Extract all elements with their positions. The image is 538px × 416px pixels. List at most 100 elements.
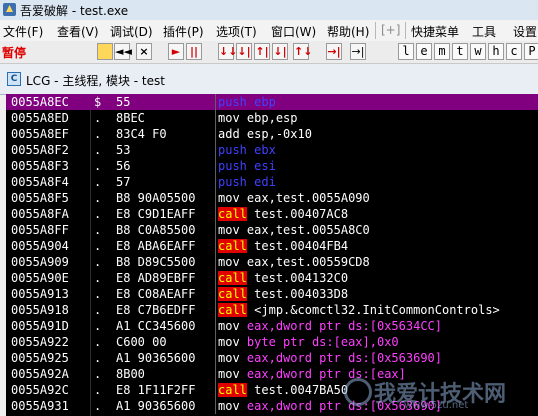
instruction-operands: eax,test.0055A8C0	[246, 223, 370, 237]
disasm-row[interactable]: 0055A909. B8 D89C5500 mov eax,test.00559CD…	[6, 254, 538, 270]
disasm-row[interactable]: 0055A8F3. 56 push esi	[6, 158, 538, 174]
trace-into-button[interactable]: ↑|	[254, 43, 270, 60]
row-address: 0055A904	[11, 239, 69, 253]
row-address: 0055A8F5	[11, 191, 69, 205]
more-button[interactable]: →|	[350, 43, 366, 60]
instruction-space	[240, 335, 247, 349]
row-divider	[215, 350, 216, 366]
disasm-row[interactable]: 0055A913. E8 C08AEAFF call test.004033D8	[6, 286, 538, 302]
instruction-space	[240, 351, 247, 365]
disasm-row[interactable]: 0055A8F4. 57 push edi	[6, 174, 538, 190]
threads-button[interactable]: t	[452, 43, 468, 60]
row-address: 0055A8FF	[11, 223, 69, 237]
row-hex-bytes: 55	[116, 95, 131, 109]
row-divider	[215, 238, 216, 254]
row-marker: .	[94, 383, 102, 397]
instruction-space	[240, 319, 247, 333]
disasm-row[interactable]: 0055A8FF. B8 C0A85500 mov eax,test.0055A8C…	[6, 222, 538, 238]
execute-till-return-button[interactable]: ↑↓	[293, 43, 312, 60]
row-address: 0055A925	[11, 351, 69, 365]
row-address: 0055A8F2	[11, 143, 69, 157]
disasm-row[interactable]: 0055A8ED. 8BEC mov ebp,esp	[6, 110, 538, 126]
menu-shortcuts[interactable]: 快捷菜单	[411, 23, 459, 40]
instruction-mnemonic: mov	[218, 367, 240, 381]
disasm-row[interactable]: 0055A91D. A1 CC345600 mov eax,dword ptr ds…	[6, 318, 538, 334]
row-divider	[215, 206, 216, 222]
pause-button[interactable]: ||	[186, 43, 202, 60]
row-divider	[215, 254, 216, 270]
row-hex-bytes: E8 C7B6EDFF	[116, 303, 196, 317]
row-marker: .	[94, 207, 102, 221]
row-address: 0055A91D	[11, 319, 69, 333]
disasm-row[interactable]: 0055A904. E8 ABA6EAFF call test.00404FB4	[6, 238, 538, 254]
row-hex-bytes: 57	[116, 175, 131, 189]
instruction-operands: test.004033D8	[254, 287, 349, 301]
disasm-row[interactable]: 0055A925. A1 90365600 mov eax,dword ptr ds…	[6, 350, 538, 366]
instruction-mnemonic: mov	[218, 191, 240, 205]
menu-file[interactable]: 文件(F)	[3, 23, 43, 40]
title-bar: 吾爱破解 - test.exe	[0, 0, 538, 21]
disasm-row[interactable]: 0055A8F2. 53 push ebx	[6, 142, 538, 158]
menu-bar: 文件(F) 查看(V) 调试(D) 插件(P) 选项(T) 窗口(W) 帮助(H…	[0, 20, 538, 42]
row-marker: .	[94, 111, 102, 125]
row-divider	[215, 318, 216, 334]
menu-window[interactable]: 窗口(W)	[271, 23, 316, 40]
row-address: 0055A909	[11, 255, 69, 269]
row-address: 0055A922	[11, 335, 69, 349]
disasm-row[interactable]: 0055A922. C600 00 mov byte ptr ds:[eax],0x…	[6, 334, 538, 350]
rewind-button[interactable]: ◄◄	[114, 43, 132, 60]
log-window-button[interactable]: l	[398, 43, 414, 60]
disasm-row[interactable]: 0055A8FA. E8 C9D1EAFF call test.00407AC8	[6, 206, 538, 222]
disassembly-pane[interactable]: 0055A8EC $55 push ebp 0055A8ED. 8BEC mov ebp,…	[6, 94, 538, 416]
row-hex-bytes: E8 AD89EBFF	[116, 271, 196, 285]
row-divider	[215, 158, 216, 174]
go-to-button[interactable]: →|	[326, 43, 342, 60]
trace-over-button[interactable]: ↓|	[272, 43, 288, 60]
handles-button[interactable]: h	[488, 43, 504, 60]
menu-divider	[375, 22, 376, 39]
disasm-row[interactable]: 0055A90E. E8 AD89EBFF call test.004132C0	[6, 270, 538, 286]
row-marker: .	[94, 367, 102, 381]
step-into-button[interactable]: ↓↓	[218, 43, 237, 60]
windows-button[interactable]: w	[470, 43, 486, 60]
row-instruction: call <jmp.&comctl32.InitCommonControls>	[218, 302, 500, 318]
instruction-mnemonic: call	[218, 271, 247, 285]
menu-debug[interactable]: 调试(D)	[110, 23, 153, 40]
disasm-row[interactable]: 0055A8EC $55 push ebp	[6, 94, 538, 110]
row-address: 0055A8EF	[11, 127, 69, 141]
row-address: 0055A8FA	[11, 207, 69, 221]
row-marker: .	[94, 351, 102, 365]
step-over-button[interactable]: ↓|	[236, 43, 252, 60]
instruction-operands: test.00407AC8	[254, 207, 349, 221]
row-instruction: add esp,-0x10	[218, 126, 312, 142]
open-folder-icon[interactable]	[97, 43, 113, 60]
row-divider	[215, 334, 216, 350]
row-marker: .	[94, 191, 102, 205]
close-button[interactable]: ×	[136, 43, 152, 60]
menu-settings[interactable]: 设置	[513, 23, 537, 40]
menu-view[interactable]: 查看(V)	[57, 23, 99, 40]
watermark-logo-icon	[344, 378, 372, 406]
cpu-button[interactable]: c	[506, 43, 522, 60]
row-instruction: call test.00404FB4	[218, 238, 348, 254]
menu-help[interactable]: 帮助(H)	[327, 23, 369, 40]
row-address: 0055A913	[11, 287, 69, 301]
menu-plus[interactable]: [+]	[381, 23, 400, 37]
menu-options[interactable]: 选项(T)	[216, 23, 257, 40]
menu-tools[interactable]: 工具	[472, 23, 496, 40]
executables-button[interactable]: e	[416, 43, 432, 60]
memory-map-button[interactable]: m	[434, 43, 450, 60]
instruction-mnemonic: push	[218, 143, 247, 157]
instruction-operands: test.0047BA50	[254, 383, 349, 397]
app-icon	[3, 3, 16, 16]
disasm-row[interactable]: 0055A8EF. 83C4 F0 add esp,-0x10	[6, 126, 538, 142]
menu-plugins[interactable]: 插件(P)	[163, 23, 204, 40]
run-button[interactable]: ►	[168, 43, 184, 60]
patches-button[interactable]: P	[524, 43, 538, 60]
row-address: 0055A931	[11, 399, 69, 413]
disasm-row[interactable]: 0055A918. E8 C7B6EDFF call <jmp.&comctl32.…	[6, 302, 538, 318]
disasm-row[interactable]: 0055A8F5. B8 90A05500 mov eax,test.0055A09…	[6, 190, 538, 206]
row-address: 0055A918	[11, 303, 69, 317]
row-instruction: mov eax,dword ptr ds:[0x5634CC]	[218, 318, 442, 334]
watermark: 我爱计技术网 www.5zu.net	[344, 374, 534, 414]
